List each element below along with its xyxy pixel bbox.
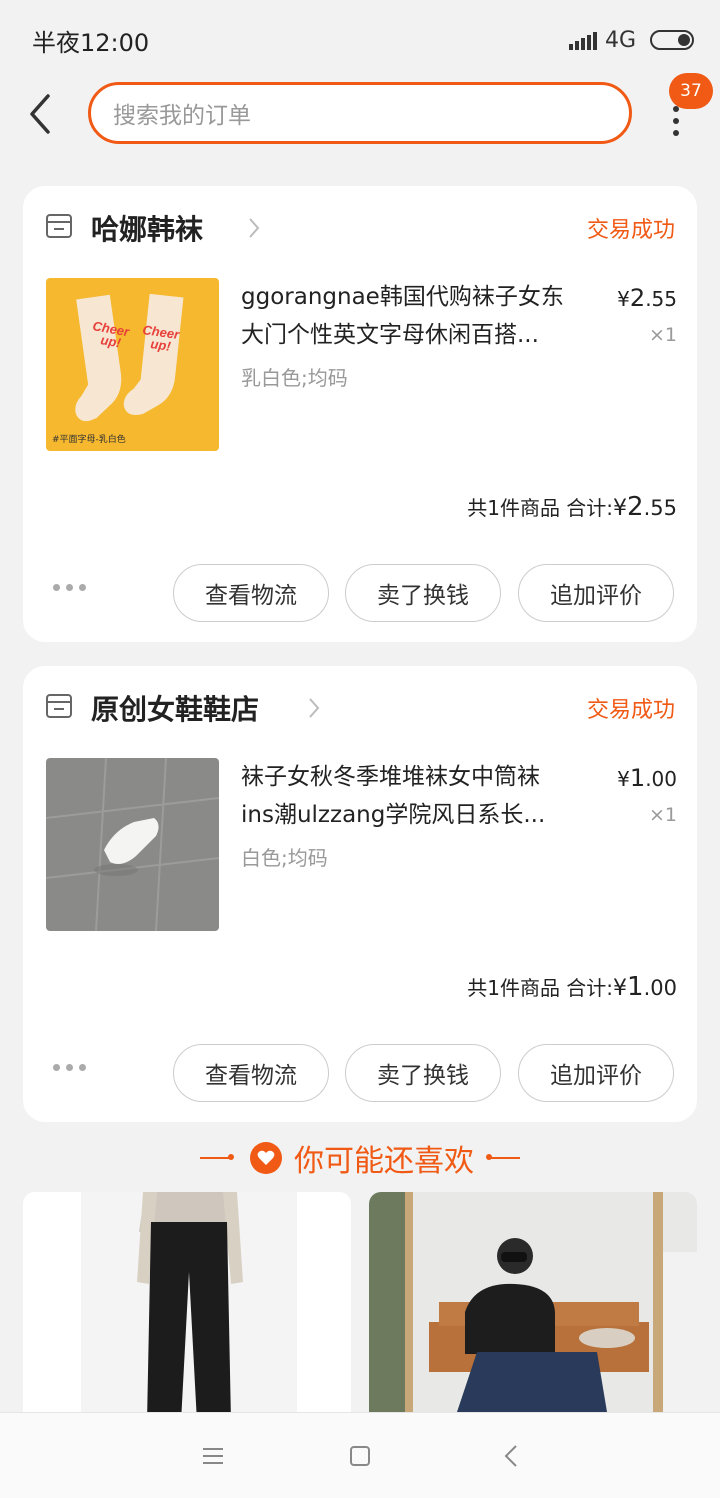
back-arrow-icon[interactable] [26, 92, 60, 136]
divider-right [486, 1154, 520, 1160]
image-caption: #平面字母-乳白色 [52, 433, 126, 445]
more-options-icon[interactable] [53, 1064, 86, 1071]
product-spec: 白色;均码 [241, 846, 328, 870]
chevron-right-icon [309, 698, 320, 718]
menu-icon[interactable] [198, 1441, 228, 1471]
recommend-image [23, 1192, 351, 1422]
signal-icon [568, 30, 597, 50]
status-bar: 半夜12:00 4G [0, 0, 720, 80]
product-image[interactable]: Cheer up! Cheer up! #平面字母-乳白色 [46, 278, 219, 451]
network-type: 4G [604, 27, 636, 53]
resell-button[interactable]: 卖了换钱 [345, 564, 501, 622]
add-review-button[interactable]: 追加评价 [518, 1044, 674, 1102]
order-card: 原创女鞋鞋店 交易成功 袜子女秋冬季堆堆袜女中筒袜 ins潮ulzzang学院风… [23, 666, 697, 1122]
divider-left [200, 1154, 234, 1160]
home-icon[interactable] [345, 1441, 375, 1471]
order-card: 哈娜韩袜 交易成功 Cheer up! Cheer up! #平面字母-乳白色 … [23, 186, 697, 642]
search-input[interactable]: 搜索我的订单 [88, 82, 632, 144]
shop-name: 哈娜韩袜 [91, 213, 204, 246]
order-status: 交易成功 [586, 218, 675, 243]
status-time: 半夜12:00 [32, 28, 150, 57]
search-placeholder: 搜索我的订单 [113, 103, 251, 129]
recommend-item[interactable] [23, 1192, 351, 1422]
shop-row[interactable]: 原创女鞋鞋店 交易成功 [23, 684, 697, 734]
product-price: ¥2.55 [617, 284, 677, 312]
shop-row[interactable]: 哈娜韩袜 交易成功 [23, 204, 697, 254]
product-title[interactable]: ggorangnae韩国代购袜子女东 大门个性英文字母休闲百搭... [241, 278, 601, 354]
shop-icon [46, 694, 72, 718]
shop-icon [46, 214, 72, 238]
product-quantity: ×1 [648, 324, 677, 346]
sock-text-2b: up! [150, 336, 173, 354]
header: 搜索我的订单 [0, 80, 720, 150]
view-logistics-button[interactable]: 查看物流 [173, 564, 329, 622]
recommend-title: 你可能还喜欢 [294, 1144, 474, 1179]
recommend-header: 你可能还喜欢 [0, 1130, 720, 1186]
shop-name: 原创女鞋鞋店 [91, 693, 260, 726]
notification-badge: 37 [669, 73, 713, 109]
add-review-button[interactable]: 追加评价 [518, 564, 674, 622]
battery-icon [650, 30, 694, 50]
more-options-icon[interactable] [53, 584, 86, 591]
product-spec: 乳白色;均码 [241, 366, 348, 390]
system-nav-bar [0, 1412, 720, 1498]
product-title[interactable]: 袜子女秋冬季堆堆袜女中筒袜 ins潮ulzzang学院风日系长... [241, 758, 601, 834]
order-status: 交易成功 [586, 698, 675, 723]
heart-icon [250, 1142, 282, 1174]
order-total: 共1件商品 合计: ¥1.00 [467, 972, 677, 1002]
product-quantity: ×1 [648, 804, 677, 826]
resell-button[interactable]: 卖了换钱 [345, 1044, 501, 1102]
chevron-right-icon [249, 218, 260, 238]
back-icon[interactable] [497, 1441, 527, 1471]
more-dots-icon [673, 106, 679, 142]
product-image[interactable] [46, 758, 219, 931]
recommend-image [369, 1192, 697, 1422]
product-price: ¥1.00 [617, 764, 677, 792]
view-logistics-button[interactable]: 查看物流 [173, 1044, 329, 1102]
recommend-item[interactable] [369, 1192, 697, 1422]
status-indicators: 4G [568, 27, 694, 53]
order-total: 共1件商品 合计: ¥2.55 [467, 492, 677, 522]
